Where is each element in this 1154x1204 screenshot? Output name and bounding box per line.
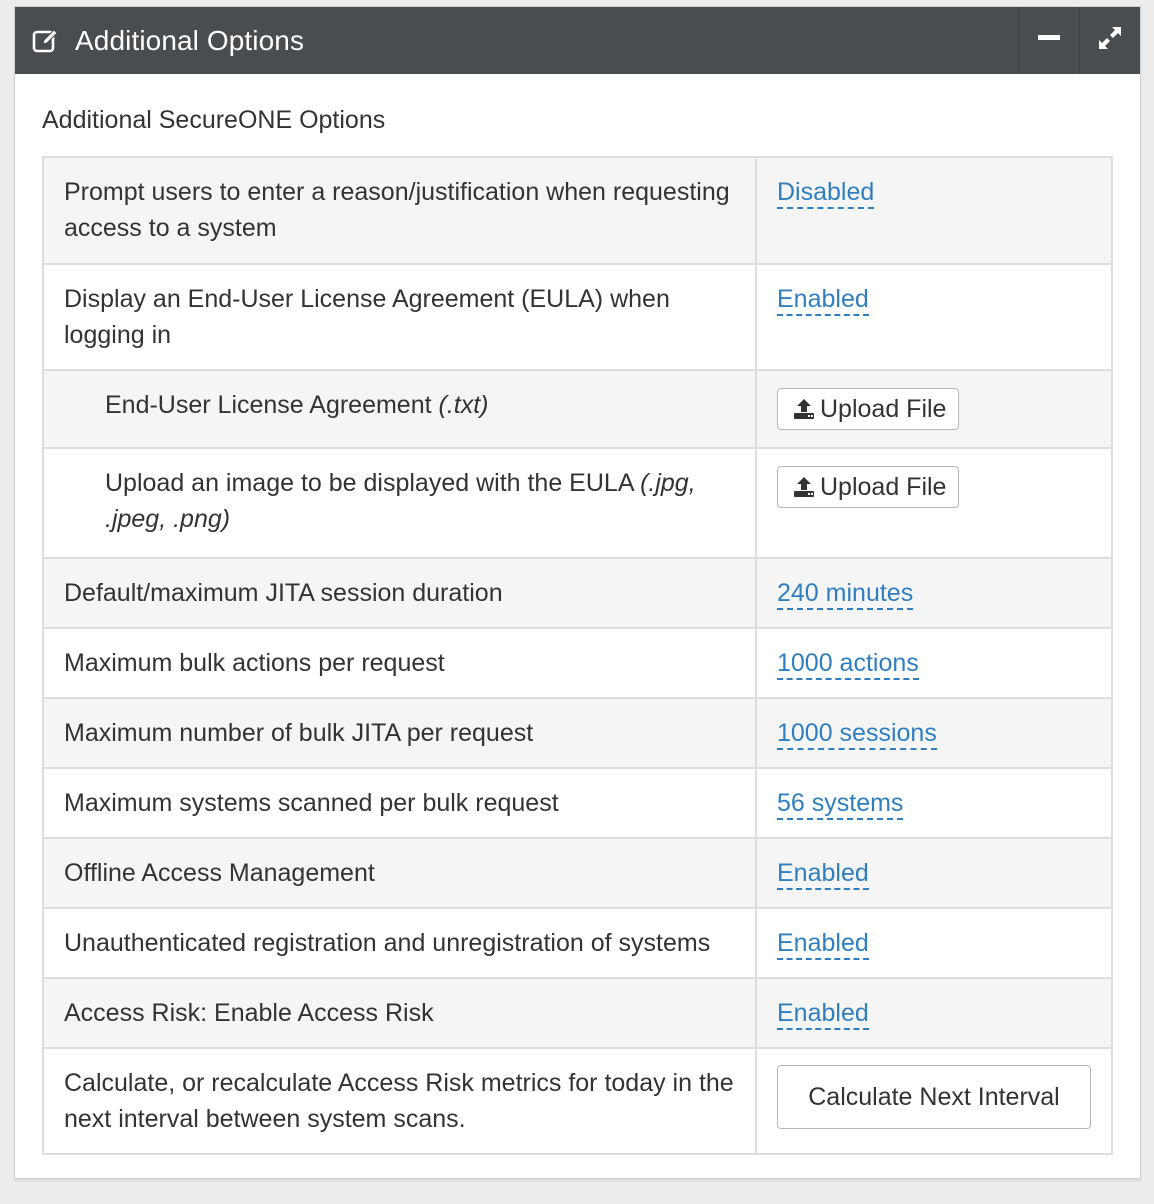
option-value-cell: Upload File (755, 369, 1113, 449)
table-row: Unauthenticated registration and unregis… (42, 907, 1113, 979)
table-row: Maximum systems scanned per bulk request… (42, 767, 1113, 839)
table-row: Maximum bulk actions per request 1000 ac… (42, 627, 1113, 699)
panel-header: Additional Options (15, 7, 1140, 74)
additional-options-panel: Additional Options Additional SecureONE … (14, 6, 1141, 1179)
option-value-cell: 1000 actions (755, 627, 1113, 699)
edit-icon (31, 26, 61, 56)
option-value-cell: 1000 sessions (755, 697, 1113, 769)
option-value-cell: Enabled (755, 837, 1113, 909)
option-label-ext: (.txt) (438, 391, 489, 419)
option-label: Offline Access Management (42, 837, 757, 909)
upload-button-label: Upload File (820, 473, 947, 501)
table-row: Upload an image to be displayed with the… (42, 447, 1113, 559)
option-label: Unauthenticated registration and unregis… (42, 907, 757, 979)
option-label: Maximum systems scanned per bulk request (42, 767, 757, 839)
table-row: Access Risk: Enable Access Risk Enabled (42, 977, 1113, 1049)
panel-title: Additional Options (75, 24, 305, 56)
offline-access-toggle[interactable]: Enabled (777, 859, 869, 890)
justification-toggle[interactable]: Disabled (777, 178, 875, 209)
calculate-next-interval-button[interactable]: Calculate Next Interval (777, 1065, 1091, 1129)
option-value-cell: Enabled (755, 907, 1113, 979)
minus-icon (1037, 26, 1061, 55)
eula-toggle[interactable]: Enabled (777, 285, 869, 316)
option-label-text: End-User License Agreement (105, 391, 432, 419)
option-label: Display an End-User License Agreement (E… (42, 263, 757, 371)
table-row: Display an End-User License Agreement (E… (42, 263, 1113, 371)
upload-button-label: Upload File (820, 395, 947, 423)
table-row: Maximum number of bulk JITA per request … (42, 697, 1113, 769)
options-table: Prompt users to enter a reason/justifica… (42, 156, 1113, 1155)
section-subtitle: Additional SecureONE Options (42, 106, 386, 134)
option-label: Maximum bulk actions per request (42, 627, 757, 699)
option-label: End-User License Agreement (.txt) (42, 369, 757, 449)
option-label-text: Upload an image to be displayed with the… (105, 469, 634, 497)
option-value-cell: Disabled (755, 156, 1113, 265)
unauthenticated-registration-toggle[interactable]: Enabled (777, 929, 869, 960)
upload-image-button[interactable]: Upload File (777, 466, 960, 508)
minimize-button[interactable] (1018, 7, 1079, 74)
access-risk-toggle[interactable]: Enabled (777, 999, 869, 1030)
option-label: Prompt users to enter a reason/justifica… (42, 156, 757, 265)
upload-eula-button[interactable]: Upload File (777, 388, 960, 430)
option-value-cell: Enabled (755, 263, 1113, 371)
option-value-cell: 56 systems (755, 767, 1113, 839)
table-row: Default/maximum JITA session duration 24… (42, 557, 1113, 629)
option-label: Access Risk: Enable Access Risk (42, 977, 757, 1049)
session-duration-value[interactable]: 240 minutes (777, 579, 914, 610)
option-label: Upload an image to be displayed with the… (42, 447, 757, 559)
option-value-cell: Calculate Next Interval (755, 1047, 1113, 1155)
table-row: Offline Access Management Enabled (42, 837, 1113, 909)
systems-scanned-value[interactable]: 56 systems (777, 789, 904, 820)
expand-button[interactable] (1079, 7, 1140, 74)
option-value-cell: Upload File (755, 447, 1113, 559)
table-row: Prompt users to enter a reason/justifica… (42, 156, 1113, 265)
upload-icon (792, 475, 816, 499)
option-label: Calculate, or recalculate Access Risk me… (42, 1047, 757, 1155)
option-value-cell: 240 minutes (755, 557, 1113, 629)
table-row: End-User License Agreement (.txt) Upload… (42, 369, 1113, 449)
panel-body: Additional SecureONE Options Prompt user… (15, 74, 1140, 1155)
option-label: Maximum number of bulk JITA per request (42, 697, 757, 769)
bulk-jita-value[interactable]: 1000 sessions (777, 719, 937, 750)
panel-title-area: Additional Options (15, 7, 1018, 74)
bulk-actions-value[interactable]: 1000 actions (777, 649, 919, 680)
upload-icon (792, 397, 816, 421)
table-row: Calculate, or recalculate Access Risk me… (42, 1047, 1113, 1155)
option-value-cell: Enabled (755, 977, 1113, 1049)
option-label: Default/maximum JITA session duration (42, 557, 757, 629)
expand-icon (1097, 25, 1123, 56)
